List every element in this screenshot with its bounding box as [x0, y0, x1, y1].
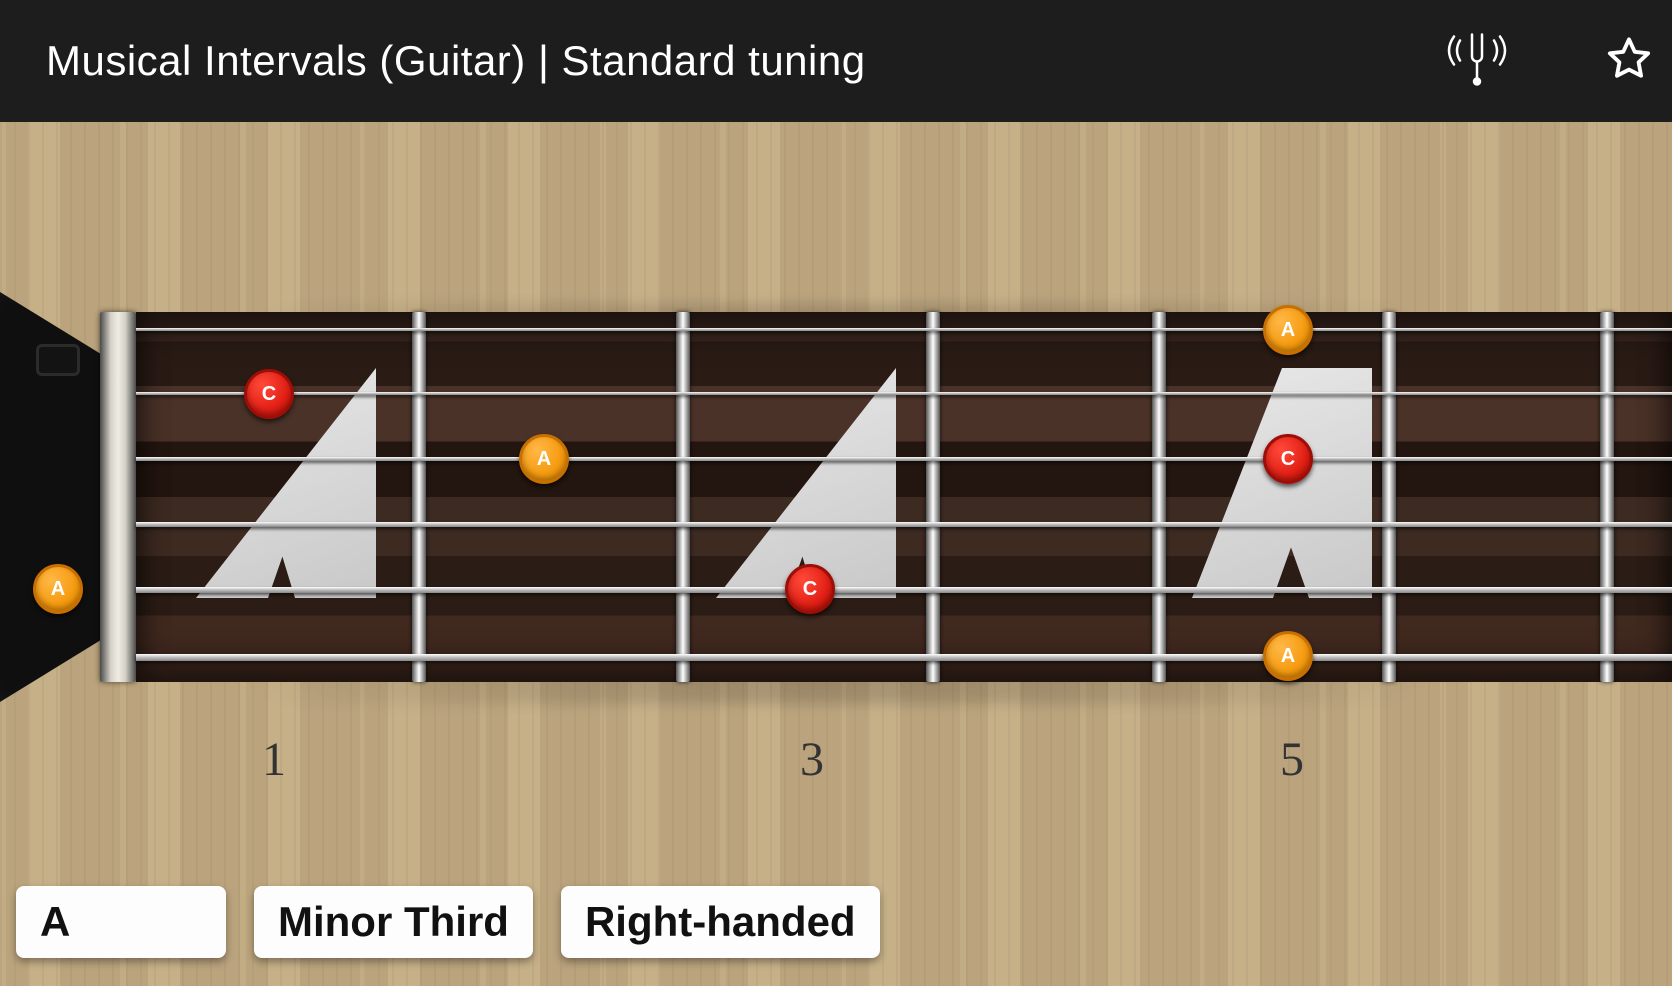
handedness-value: Right-handed — [585, 898, 856, 946]
fret-number-label: 5 — [1280, 732, 1304, 787]
root-note-dot[interactable]: A — [519, 434, 569, 484]
root-note-dot[interactable]: A — [1263, 305, 1313, 355]
tuning-fork-icon[interactable] — [1442, 29, 1512, 94]
root-note-selector[interactable]: A — [16, 886, 226, 958]
main-area: A C A C A C A 1 3 5 A Minor Third Right-handed — [0, 122, 1672, 986]
header-bar: Musical Intervals (Guitar) | Standard tu… — [0, 0, 1672, 122]
page-title: Musical Intervals (Guitar) | Standard tu… — [46, 37, 866, 85]
root-note-dot[interactable]: A — [33, 564, 83, 614]
root-note-value: A — [40, 898, 70, 946]
selector-row: A Minor Third Right-handed — [16, 886, 880, 958]
handedness-selector[interactable]: Right-handed — [561, 886, 880, 958]
interval-selector[interactable]: Minor Third — [254, 886, 533, 958]
interval-note-dot[interactable]: C — [1263, 434, 1313, 484]
fret-number-label: 3 — [800, 732, 824, 787]
root-note-dot[interactable]: A — [1263, 631, 1313, 681]
fret-labels: 1 3 5 — [0, 732, 1672, 812]
interval-note-dot[interactable]: C — [244, 369, 294, 419]
interval-note-dot[interactable]: C — [785, 564, 835, 614]
interval-value: Minor Third — [278, 898, 509, 946]
guitar-neck: ACACACA — [0, 312, 1672, 682]
fret-number-label: 1 — [262, 732, 286, 787]
notes-layer: ACACACA — [0, 312, 1672, 682]
favorite-star-icon[interactable] — [1606, 36, 1652, 87]
